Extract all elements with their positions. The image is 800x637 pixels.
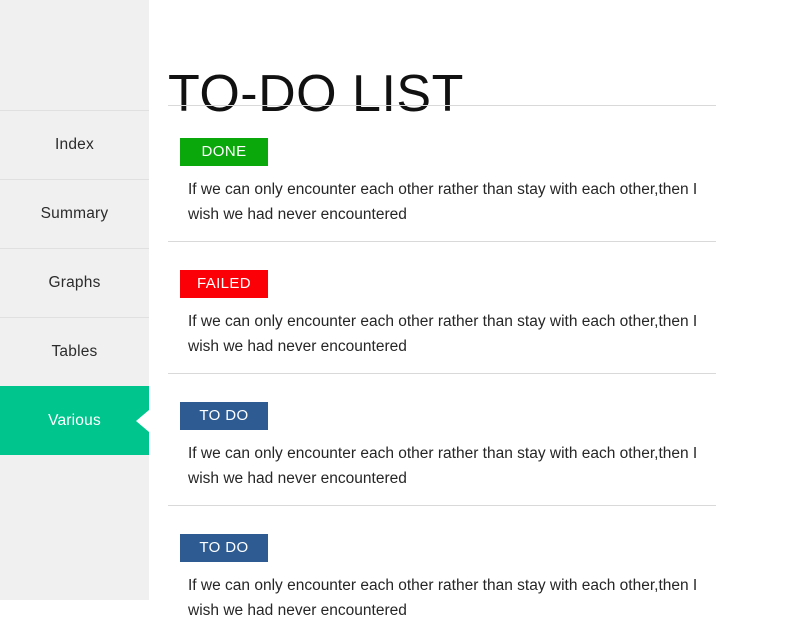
status-badge[interactable]: TO DO	[180, 402, 268, 430]
sidebar-item-label: Index	[55, 136, 94, 153]
todo-item-text: If we can only encounter each other rath…	[188, 445, 698, 487]
sidebar-item-label: Graphs	[48, 274, 101, 291]
todo-list-item[interactable]: FAILED If we can only encounter each oth…	[168, 242, 716, 374]
sidebar-item-label: Summary	[40, 205, 109, 222]
sidebar: Index Summary Graphs Tables Various	[0, 0, 149, 600]
todo-list: DONE If we can only encounter each other…	[168, 110, 716, 637]
status-badge[interactable]: TO DO	[180, 534, 268, 562]
todo-item-text: If we can only encounter each other rath…	[188, 181, 698, 223]
status-badge[interactable]: DONE	[180, 138, 268, 166]
title-divider	[168, 105, 716, 106]
todo-list-item[interactable]: TO DO If we can only encounter each othe…	[168, 374, 716, 506]
main-content: TO-DO LIST DONE If we can only encounter…	[149, 0, 800, 619]
sidebar-item-graphs[interactable]: Graphs	[0, 248, 149, 317]
todo-item-text: If we can only encounter each other rath…	[188, 313, 698, 355]
sidebar-item-various[interactable]: Various	[0, 386, 149, 455]
sidebar-item-label: Tables	[51, 343, 98, 360]
todo-list-item[interactable]: DONE If we can only encounter each other…	[168, 110, 716, 242]
todo-item-text: If we can only encounter each other rath…	[188, 577, 698, 619]
todo-list-item[interactable]: TO DO If we can only encounter each othe…	[168, 506, 716, 637]
slide: Index Summary Graphs Tables Various TO-D…	[0, 0, 800, 619]
active-pointer-icon	[136, 410, 149, 432]
sidebar-item-summary[interactable]: Summary	[0, 179, 149, 248]
status-badge[interactable]: FAILED	[180, 270, 268, 298]
sidebar-item-index[interactable]: Index	[0, 110, 149, 179]
sidebar-item-label: Various	[48, 412, 101, 429]
sidebar-item-tables[interactable]: Tables	[0, 317, 149, 386]
sidebar-top-spacer	[0, 0, 149, 110]
